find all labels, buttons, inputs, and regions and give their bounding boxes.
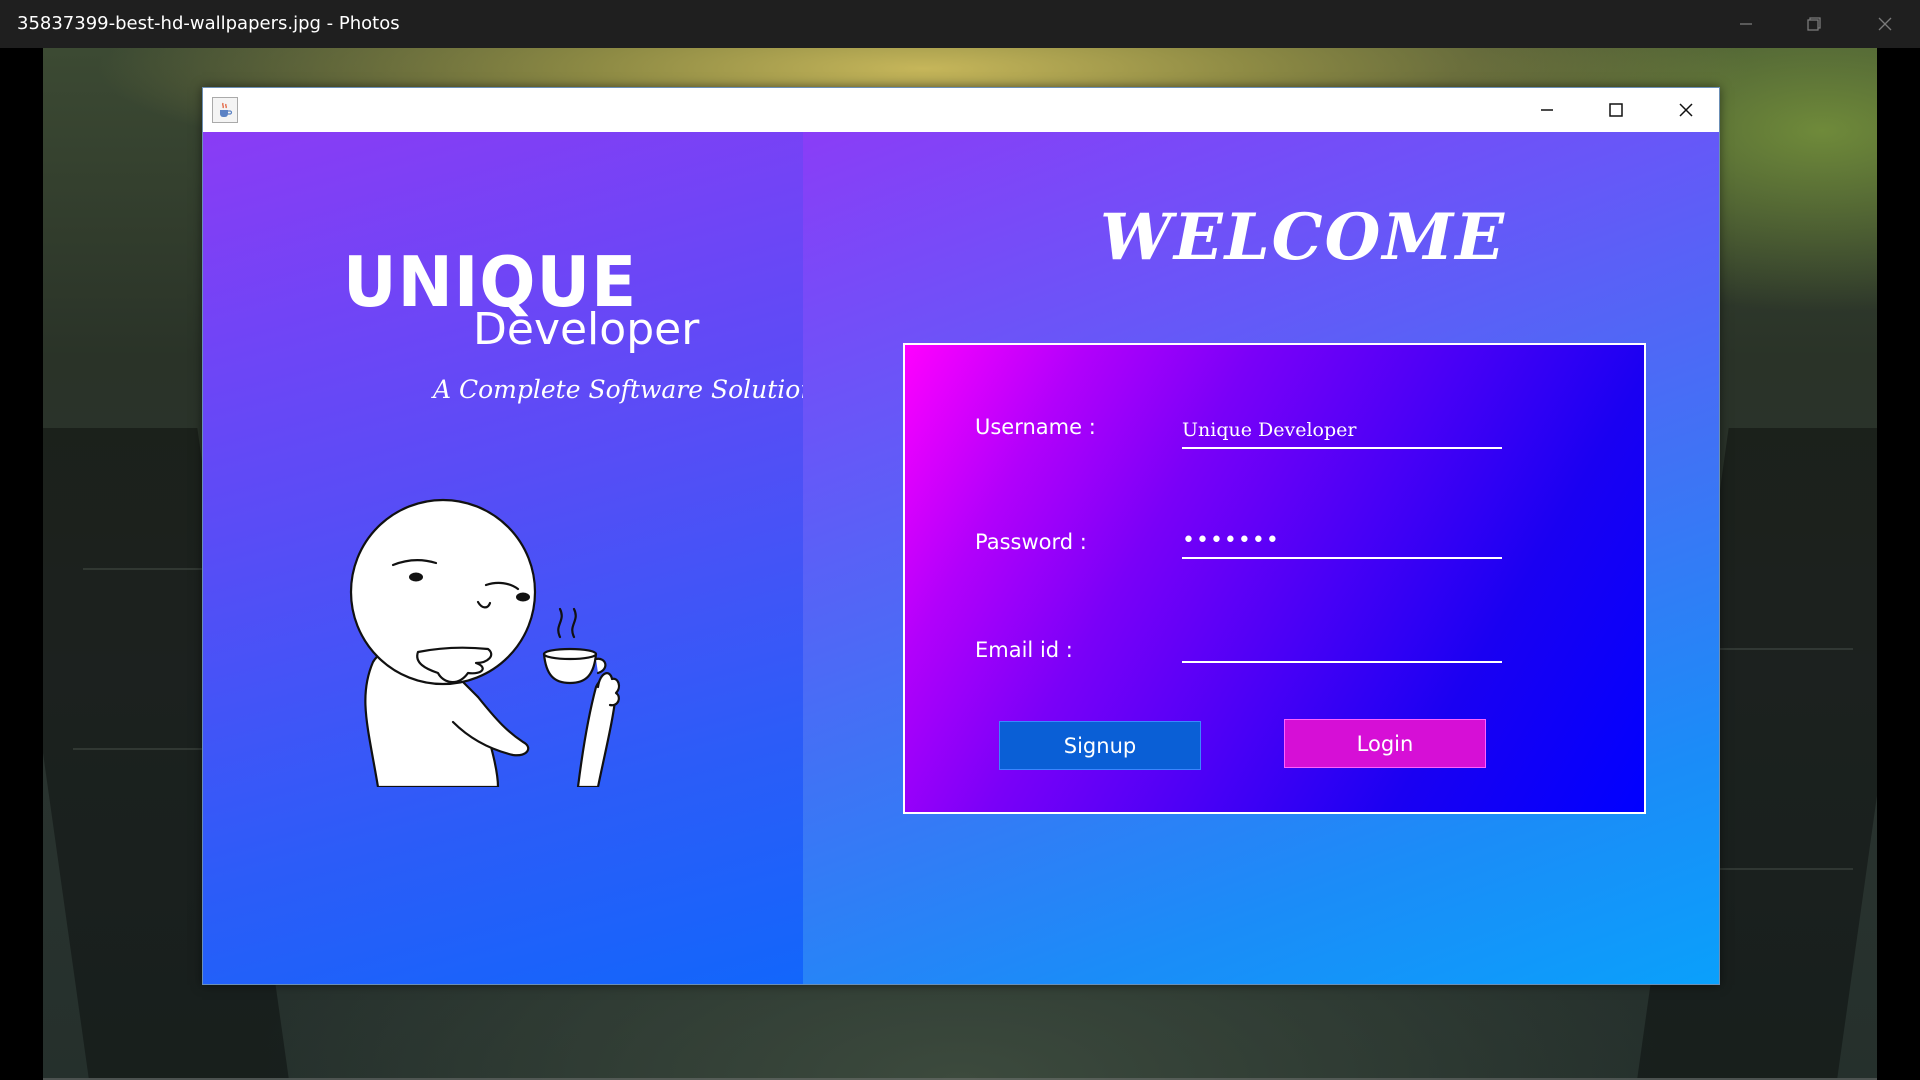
- signup-button[interactable]: Signup: [999, 721, 1201, 770]
- thinking-meme-illustration: [349, 498, 621, 787]
- wood-grain: [73, 748, 223, 750]
- username-input[interactable]: [1182, 413, 1502, 449]
- password-label: Password :: [975, 530, 1087, 554]
- wood-grain: [83, 568, 203, 570]
- app-close-button[interactable]: [1651, 88, 1721, 132]
- login-panel: WELCOME Username : Password : Email id :…: [803, 132, 1719, 984]
- email-label: Email id :: [975, 638, 1073, 662]
- java-icon[interactable]: [212, 97, 238, 123]
- close-icon: [1878, 17, 1892, 31]
- app-minimize-button[interactable]: [1512, 88, 1582, 132]
- email-input[interactable]: [1182, 627, 1502, 663]
- wood-grain: [1713, 648, 1853, 650]
- java-cup-icon: [220, 102, 233, 117]
- brand-subtitle: Developer: [473, 304, 700, 355]
- restore-icon: [1807, 17, 1821, 31]
- brand-tagline: A Complete Software Solution: [433, 375, 817, 404]
- login-window: UNIQUE Developer A Complete Software Sol…: [202, 87, 1720, 985]
- welcome-heading: WELCOME: [1100, 200, 1506, 275]
- photos-close-button[interactable]: [1851, 0, 1919, 48]
- login-button[interactable]: Login: [1284, 719, 1486, 768]
- wood-grain: [1703, 868, 1853, 870]
- password-input[interactable]: [1182, 523, 1502, 559]
- app-body: UNIQUE Developer A Complete Software Sol…: [203, 132, 1719, 984]
- minimize-icon: [1541, 109, 1553, 111]
- photos-minimize-button[interactable]: [1712, 0, 1780, 48]
- login-form: Username : Password : Email id : Signup …: [903, 343, 1646, 814]
- app-titlebar: [203, 88, 1719, 132]
- app-maximize-button[interactable]: [1581, 88, 1651, 132]
- photos-restore-button[interactable]: [1780, 0, 1848, 48]
- maximize-icon: [1609, 103, 1623, 117]
- photos-titlebar: 35837399-best-hd-wallpapers.jpg - Photos: [0, 0, 1920, 48]
- photos-window-title: 35837399-best-hd-wallpapers.jpg - Photos: [17, 13, 400, 34]
- brand-panel: UNIQUE Developer A Complete Software Sol…: [203, 132, 816, 984]
- username-label: Username :: [975, 415, 1096, 439]
- close-icon: [1679, 103, 1693, 117]
- minimize-icon: [1740, 23, 1752, 25]
